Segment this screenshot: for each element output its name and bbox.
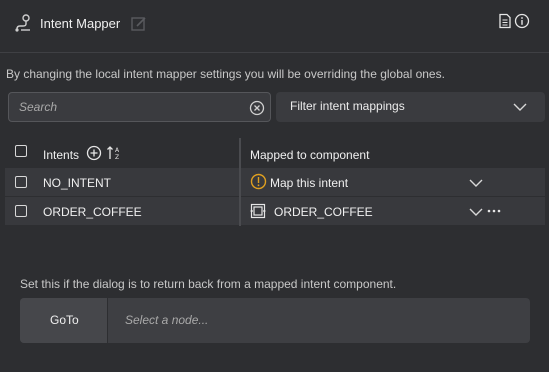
- search-input[interactable]: Search: [19, 100, 239, 114]
- mapped-header: Mapped to component: [250, 148, 370, 162]
- intents-header: Intents: [43, 148, 80, 162]
- chevron-down-icon[interactable]: [469, 176, 483, 190]
- description-text: By changing the local intent mapper sett…: [6, 67, 445, 81]
- row-checkbox[interactable]: [15, 176, 27, 188]
- intent-mapper-logo-icon: [15, 14, 30, 32]
- header-bar: Intent Mapper: [0, 0, 549, 53]
- svg-text:Z: Z: [115, 154, 119, 161]
- add-intent-icon[interactable]: [86, 145, 102, 161]
- goto-hint-text: Set this if the dialog is to return back…: [20, 277, 397, 291]
- intent-mapping-table: Intents A Z Mapped to component NO_INTEN…: [5, 138, 545, 228]
- filter-intent-mappings-dropdown[interactable]: Filter intent mappings: [276, 92, 545, 122]
- intent-name: NO_INTENT: [43, 176, 112, 190]
- document-icon[interactable]: [497, 13, 513, 29]
- edit-icon[interactable]: [130, 15, 148, 33]
- table-row[interactable]: ORDER_COFFEE ORDER_COFFEE: [5, 197, 545, 225]
- mapped-component[interactable]: Map this intent: [270, 176, 348, 190]
- more-options-icon[interactable]: [487, 208, 501, 214]
- search-box[interactable]: Search: [8, 92, 271, 122]
- warning-icon: [250, 173, 267, 190]
- chevron-down-icon[interactable]: [469, 205, 483, 219]
- goto-button[interactable]: GoTo: [20, 298, 108, 343]
- filter-label: Filter intent mappings: [290, 99, 405, 113]
- node-select-input[interactable]: Select a node...: [125, 313, 208, 327]
- chevron-down-icon: [513, 103, 527, 111]
- goto-field: GoTo Select a node...: [20, 298, 530, 343]
- component-icon: [250, 203, 266, 219]
- clear-search-icon[interactable]: [249, 100, 265, 116]
- column-divider: [239, 138, 241, 226]
- intent-name: ORDER_COFFEE: [43, 205, 142, 219]
- select-all-checkbox[interactable]: [15, 145, 27, 157]
- info-icon[interactable]: [514, 13, 530, 29]
- mapped-component[interactable]: ORDER_COFFEE: [274, 205, 373, 219]
- table-row[interactable]: NO_INTENT Map this intent: [5, 168, 545, 196]
- goto-button-label: GoTo: [50, 313, 79, 327]
- page-title: Intent Mapper: [40, 16, 121, 31]
- table-header: Intents A Z Mapped to component: [5, 138, 545, 167]
- svg-text:A: A: [115, 147, 120, 154]
- sort-icon[interactable]: A Z: [106, 144, 124, 162]
- row-checkbox[interactable]: [15, 205, 27, 217]
